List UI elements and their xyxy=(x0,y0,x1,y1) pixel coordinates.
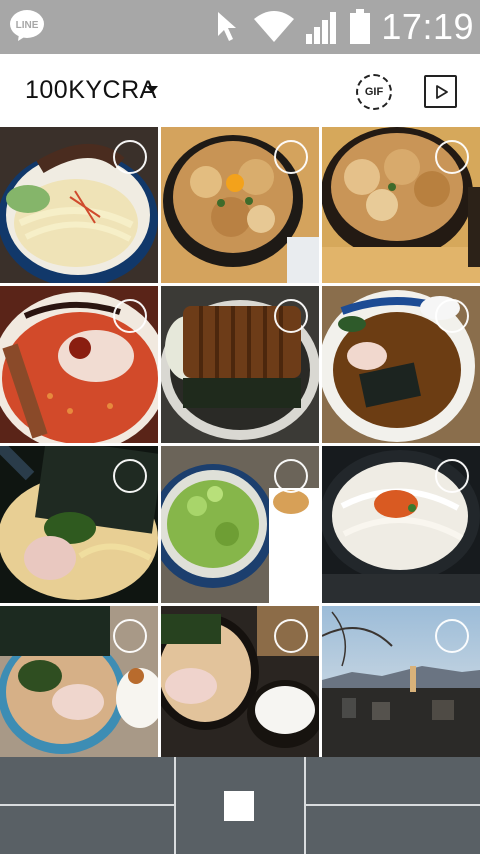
toolbar-divider xyxy=(0,804,174,806)
photo-tile[interactable] xyxy=(0,286,158,443)
photo-tile[interactable] xyxy=(322,446,480,603)
select-circle[interactable] xyxy=(435,140,469,174)
photo-tile[interactable] xyxy=(322,286,480,443)
photo-tile[interactable] xyxy=(322,127,480,283)
battery-icon xyxy=(350,9,371,44)
toolbar-divider xyxy=(174,757,176,854)
photo-tile[interactable] xyxy=(322,606,480,757)
stop-icon[interactable] xyxy=(224,791,254,821)
gallery-header: 100KYCRA GIF xyxy=(0,54,480,127)
photo-tile[interactable] xyxy=(161,127,319,283)
select-circle[interactable] xyxy=(435,619,469,653)
wifi-icon xyxy=(254,11,295,42)
cursor-icon xyxy=(218,12,237,41)
photo-tile[interactable] xyxy=(161,286,319,443)
select-circle[interactable] xyxy=(113,459,147,493)
select-circle[interactable] xyxy=(274,299,308,333)
select-circle[interactable] xyxy=(274,459,308,493)
select-circle[interactable] xyxy=(274,619,308,653)
photo-tile[interactable] xyxy=(161,446,319,603)
gif-label: GIF xyxy=(364,86,384,98)
slideshow-play-button[interactable] xyxy=(424,75,457,108)
select-circle[interactable] xyxy=(113,140,147,174)
photo-tile[interactable] xyxy=(0,606,158,757)
photo-tile[interactable] xyxy=(0,446,158,603)
line-app-icon: LINE xyxy=(10,10,44,41)
select-circle[interactable] xyxy=(435,459,469,493)
photo-tile[interactable] xyxy=(161,606,319,757)
select-circle[interactable] xyxy=(435,299,469,333)
select-circle[interactable] xyxy=(113,619,147,653)
line-badge-text: LINE xyxy=(16,20,39,31)
play-icon xyxy=(436,85,448,99)
signal-icon xyxy=(306,12,337,44)
photo-tile[interactable] xyxy=(0,127,158,283)
dropdown-caret-icon[interactable] xyxy=(146,86,158,93)
status-time: 17:19 xyxy=(381,6,474,47)
gif-button[interactable]: GIF xyxy=(356,74,392,110)
select-circle[interactable] xyxy=(274,140,308,174)
toolbar-divider xyxy=(306,804,480,806)
status-bar: LINE 17:19 xyxy=(0,0,480,54)
photo-grid xyxy=(0,127,480,757)
status-icons: 17:19 xyxy=(215,0,474,54)
select-circle[interactable] xyxy=(113,299,147,333)
album-title[interactable]: 100KYCRA xyxy=(25,76,157,105)
